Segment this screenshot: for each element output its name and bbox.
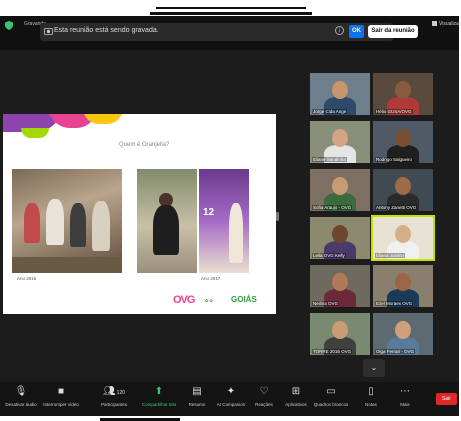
participant-name: Sofia Araujo - OVG [312, 205, 353, 210]
decorative-shape [21, 128, 49, 138]
photo-caption: Ano 2017 [201, 276, 221, 281]
meeting-toolbar: 🎙︎ Desativar áudio ■ Interromper vídeo 👥︎120… [0, 382, 459, 416]
participant-name: TORRE 2016 OVG [312, 349, 353, 354]
mic-button[interactable]: 🎙︎ Desativar áudio [0, 386, 42, 407]
participant-name: Rodrigo Salgueiro [375, 157, 414, 162]
recording-icon [44, 28, 53, 35]
participant-tile[interactable]: Jorge Cida Ange [310, 73, 370, 115]
toolbar-label: Interromper vídeo [43, 402, 79, 407]
top-border-line [150, 12, 312, 15]
end-meeting-button[interactable]: Sair [436, 393, 457, 405]
zoom-meeting-window: Gravando Esta reunião está sendo gravada… [0, 16, 461, 416]
resize-handle[interactable] [276, 212, 279, 221]
slide-photo-woman [137, 169, 197, 273]
participant-name: Eliane Sandinha [312, 157, 347, 162]
photo-caption: Ano 2016 [17, 276, 37, 281]
participant-name: Neilina OVG [312, 301, 340, 306]
shared-screen-slide: Quem é Oranjella? 12 Ano 2016 Ano 2017 O… [3, 114, 276, 314]
participant-tile[interactable]: Rodrigo Salgueiro [373, 121, 433, 163]
leave-meeting-button[interactable]: Sair da reunião [368, 25, 418, 38]
participant-tile[interactable]: TORRE 2016 OVG [310, 313, 370, 355]
participant-name: Jorge Cida Ange [312, 109, 348, 114]
video-icon: ■ [57, 386, 65, 397]
toolbar-label: Mais [400, 402, 410, 407]
mic-icon: 🎙︎ [14, 386, 28, 397]
share-screen-icon: ⬆ [154, 386, 164, 397]
participant-name: Antony Zanetti OVG [375, 205, 418, 210]
share-screen-button[interactable]: ⬆ Compartilhar tela [138, 386, 180, 407]
partner-logo-icon: ✿ ✿ [205, 298, 213, 303]
participant-name: Ezel Moraes OVG [375, 301, 414, 306]
top-border-line [156, 7, 306, 9]
ok-button[interactable]: OK [349, 25, 364, 38]
participant-tile[interactable]: Hélio GUSA/OVG [373, 73, 433, 115]
recording-notice-bar: Esta reunião está sendo gravada. i OK Sa… [40, 23, 418, 41]
meeting-top-bar: Gravando Esta reunião está sendo gravada… [0, 16, 461, 50]
participant-tile[interactable]: Eliana Justino [371, 215, 435, 261]
slide-logos: OVG ✿ ✿ GOIÁS [173, 294, 268, 308]
toolbar-label: Quadros brancos [313, 402, 349, 407]
more-button[interactable]: ⋯ Mais [384, 386, 426, 407]
ovg-logo: OVG [173, 294, 195, 306]
slide-title: Quem é Oranjella? [119, 142, 170, 148]
participant-name: Olga Ferrari - OVG [375, 349, 416, 354]
shield-icon[interactable] [5, 21, 13, 30]
participant-tile[interactable]: Eliane Sandinha [310, 121, 370, 163]
info-icon[interactable]: i [335, 26, 344, 35]
slide-photo-group [12, 169, 122, 273]
participant-tile[interactable]: Ezel Moraes OVG [373, 265, 433, 307]
view-button[interactable]: Visualizar [432, 21, 461, 27]
participant-tile[interactable]: Leila OVG Kelly [310, 217, 370, 259]
recording-notice-text: Esta reunião está sendo gravada. [54, 27, 159, 34]
view-label: Visualizar [439, 21, 461, 27]
video-button[interactable]: ■ Interromper vídeo [40, 386, 82, 407]
participant-tile[interactable]: Antony Zanetti OVG [373, 169, 433, 211]
participant-name: Leila OVG Kelly [312, 253, 346, 258]
participants-icon: 👥︎120 [102, 386, 126, 397]
toolbar-label: Compartilhar tela [141, 402, 177, 407]
participant-tile[interactable]: Sofia Araujo - OVG [310, 169, 370, 211]
goias-logo: GOIÁS [231, 295, 257, 304]
chevron-down-icon[interactable]: ⌄ [363, 359, 385, 377]
participant-name: Hélio GUSA/OVG [375, 109, 413, 114]
view-grid-icon [432, 21, 437, 26]
whiteboard-button[interactable]: ▭ Quadros brancos [310, 386, 352, 407]
participant-tile[interactable]: Neilina OVG [310, 265, 370, 307]
participants-button[interactable]: 👥︎120 Participantes [93, 386, 135, 407]
screenshot-frame: Gravando Esta reunião está sendo gravada… [0, 0, 461, 421]
participant-name: Eliana Justino [375, 253, 406, 258]
more-icon: ⋯ [400, 386, 410, 397]
toolbar-label: Desativar áudio [5, 402, 37, 407]
participant-tile[interactable]: Olga Ferrari - OVG [373, 313, 433, 355]
participant-count: 120 [116, 390, 126, 396]
slide-photo-banner: 12 [199, 169, 249, 273]
whiteboard-icon: ▭ [326, 386, 336, 397]
toolbar-label: Participantes [100, 402, 127, 407]
